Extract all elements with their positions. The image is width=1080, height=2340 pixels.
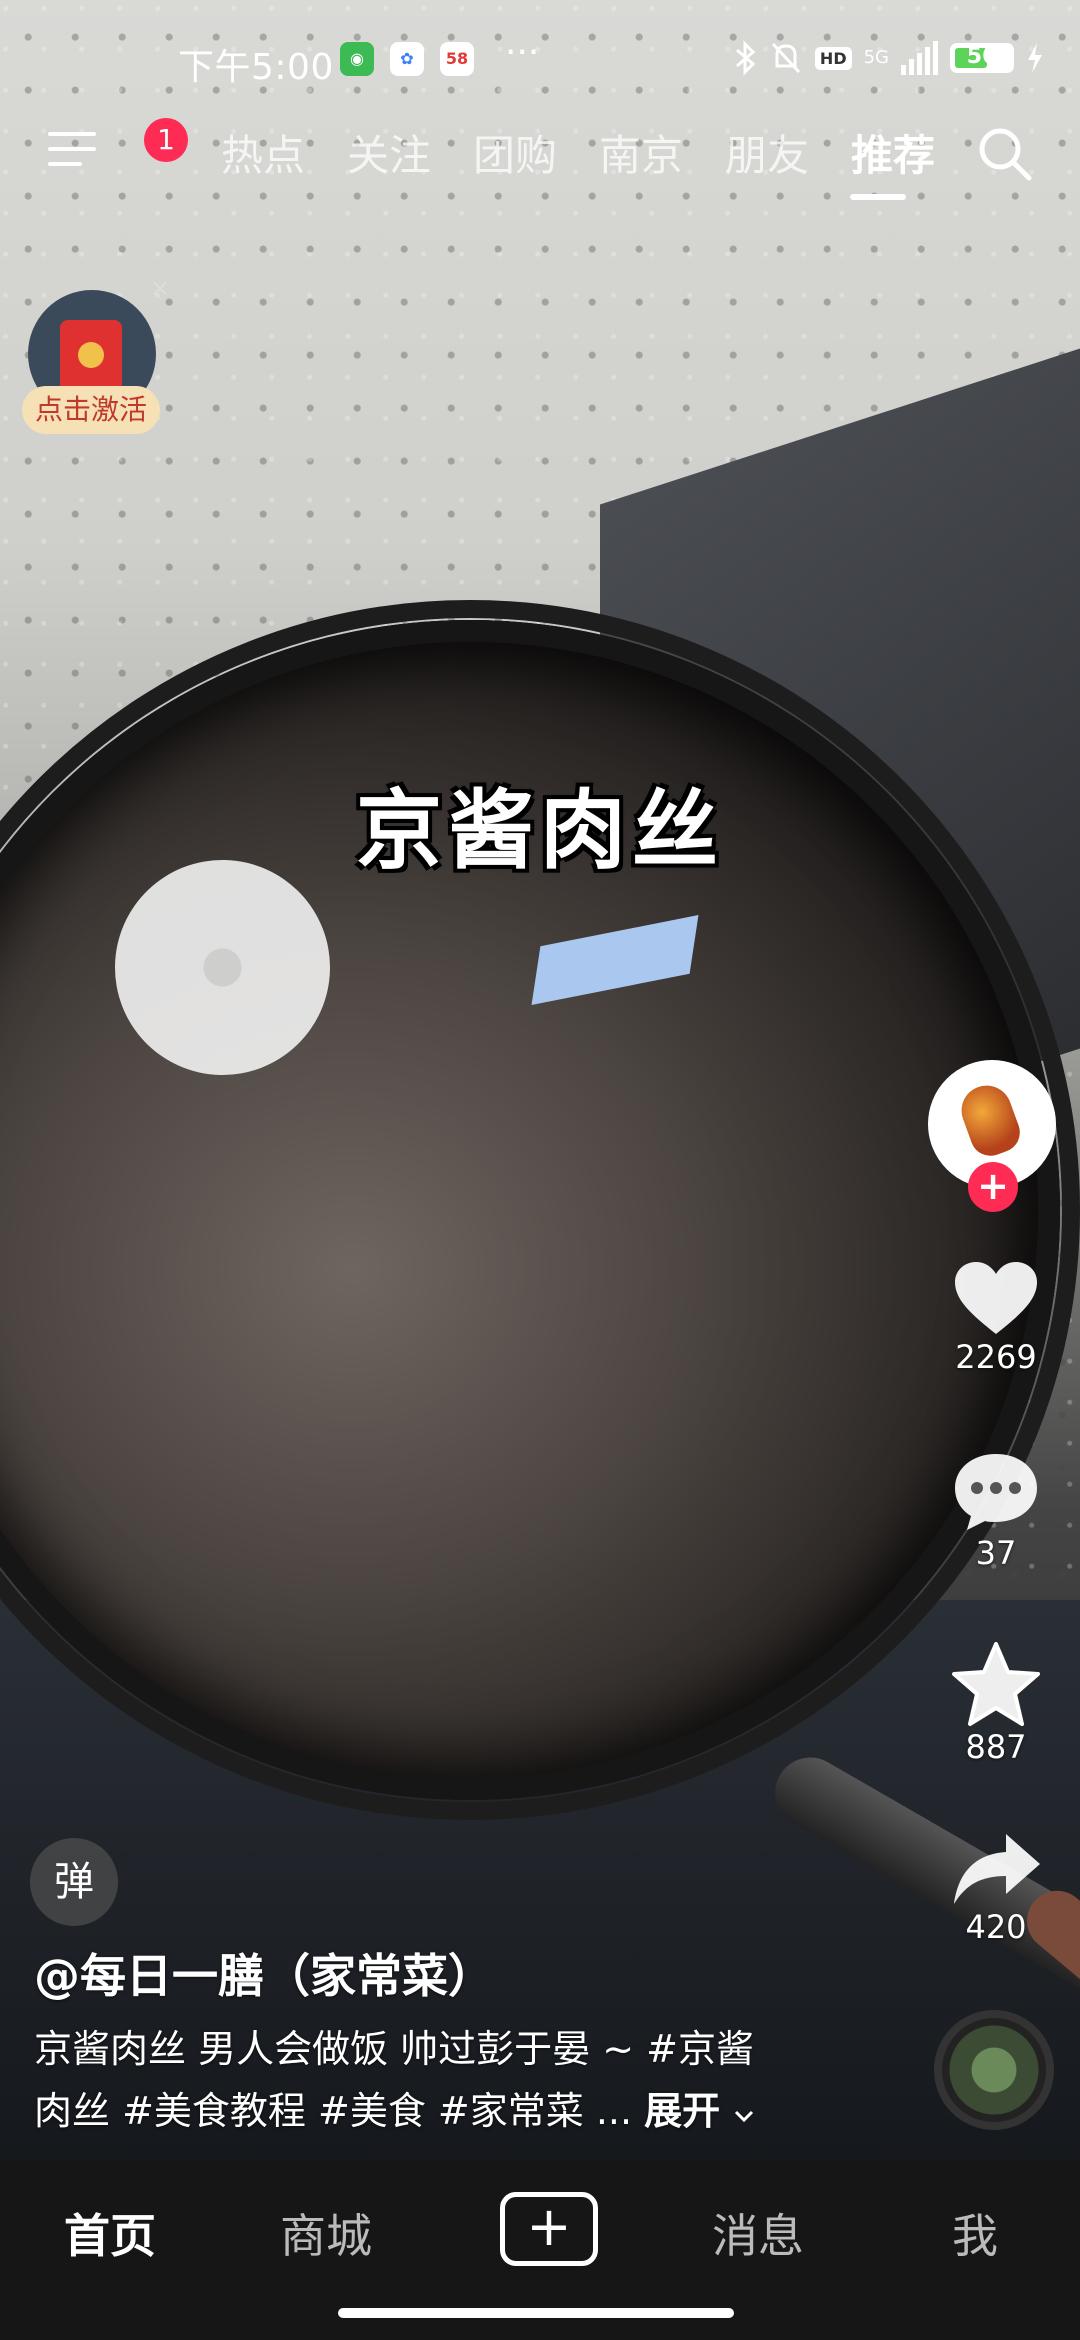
menu-icon: [48, 162, 82, 166]
tab-friends[interactable]: 朋友: [704, 122, 830, 183]
battery-percent: 56: [966, 44, 998, 69]
comment-button[interactable]: 37: [926, 1450, 1066, 1572]
danmaku-toggle-button[interactable]: 弹: [30, 1838, 118, 1926]
nav-me[interactable]: 我: [952, 2200, 998, 2266]
app-notification-icon: 58: [440, 42, 474, 76]
menu-icon: [48, 132, 96, 136]
menu-button[interactable]: 1: [48, 118, 188, 174]
red-packet-widget[interactable]: × 点击激活: [22, 274, 170, 448]
signal-icon: [901, 41, 938, 75]
status-indicators: HD 5G 56: [733, 40, 1044, 76]
heart-icon: [955, 1262, 1037, 1334]
tab-following[interactable]: 关注: [326, 122, 452, 183]
activate-label[interactable]: 点击激活: [22, 386, 160, 434]
menu-icon: [48, 147, 96, 151]
top-nav: 1 热点 关注 团购 南京 朋友 推荐: [0, 118, 1080, 208]
home-indicator[interactable]: [338, 2308, 734, 2318]
red-envelope-icon: [60, 320, 122, 392]
feed-tabs: 热点 关注 团购 南京 朋友 推荐: [200, 122, 956, 183]
expand-label: 展开: [644, 2089, 721, 2133]
favorite-button[interactable]: 887: [926, 1640, 1066, 1766]
favorite-count: 887: [965, 1728, 1027, 1766]
chevron-down-icon: [735, 2110, 754, 2123]
author-name[interactable]: @每日一膳（家常菜）: [34, 1940, 494, 2006]
description-line-1: 京酱肉丝 男人会做饭 帅过彭于晏 ~ #京酱: [34, 2027, 754, 2071]
network-type: 5G: [863, 47, 889, 68]
status-bar: 下午5:00 ◉ ✿ 58 ··· HD 5G 56: [0, 30, 1080, 90]
tab-hot[interactable]: 热点: [200, 122, 326, 183]
active-tab-indicator: [850, 194, 906, 200]
share-button[interactable]: 420: [926, 1830, 1066, 1946]
tab-recommend[interactable]: 推荐: [830, 122, 956, 183]
share-arrow-icon: [954, 1834, 1040, 1904]
description-line-2-text: 肉丝 #美食教程 #美食 #家常菜 ...: [34, 2089, 633, 2133]
tab-group-buy[interactable]: 团购: [452, 122, 578, 183]
avatar-image: [954, 1078, 1026, 1162]
hd-voice-icon: HD: [814, 46, 852, 70]
like-button[interactable]: 2269: [926, 1258, 1066, 1376]
create-post-button[interactable]: +: [500, 2192, 598, 2266]
app-notification-icon: ✿: [390, 42, 424, 76]
follow-button[interactable]: +: [968, 1162, 1018, 1212]
nav-home[interactable]: 首页: [64, 2200, 156, 2266]
status-time: 下午5:00: [178, 47, 334, 88]
like-count: 2269: [955, 1338, 1037, 1376]
search-icon[interactable]: [975, 124, 1035, 184]
star-icon: [952, 1642, 1040, 1726]
battery-icon: 56: [950, 43, 1014, 73]
tab-local-city[interactable]: 南京: [578, 122, 704, 183]
video-player[interactable]: [0, 0, 1080, 2160]
mute-bell-icon: [771, 42, 801, 74]
comment-icon: [955, 1454, 1037, 1530]
music-disc-icon[interactable]: [934, 2010, 1054, 2130]
video-overlay-title: 京酱肉丝: [356, 780, 724, 881]
share-count: 420: [965, 1908, 1027, 1946]
description-line-2: 肉丝 #美食教程 #美食 #家常菜 ... 展开: [34, 2080, 824, 2142]
notification-badge: 1: [144, 118, 188, 162]
video-description[interactable]: 京酱肉丝 男人会做饭 帅过彭于晏 ~ #京酱 肉丝 #美食教程 #美食 #家常菜…: [34, 2018, 824, 2142]
app-notification-icon: ◉: [340, 42, 374, 76]
bluetooth-icon: [735, 40, 756, 76]
charging-icon: [1028, 43, 1042, 73]
close-icon[interactable]: ×: [150, 274, 170, 302]
nav-mall[interactable]: 商城: [280, 2200, 372, 2266]
comment-count: 37: [975, 1534, 1017, 1572]
expand-button[interactable]: 展开: [644, 2089, 755, 2133]
more-notifications-icon: ···: [505, 32, 540, 73]
nav-messages[interactable]: 消息: [712, 2200, 804, 2266]
